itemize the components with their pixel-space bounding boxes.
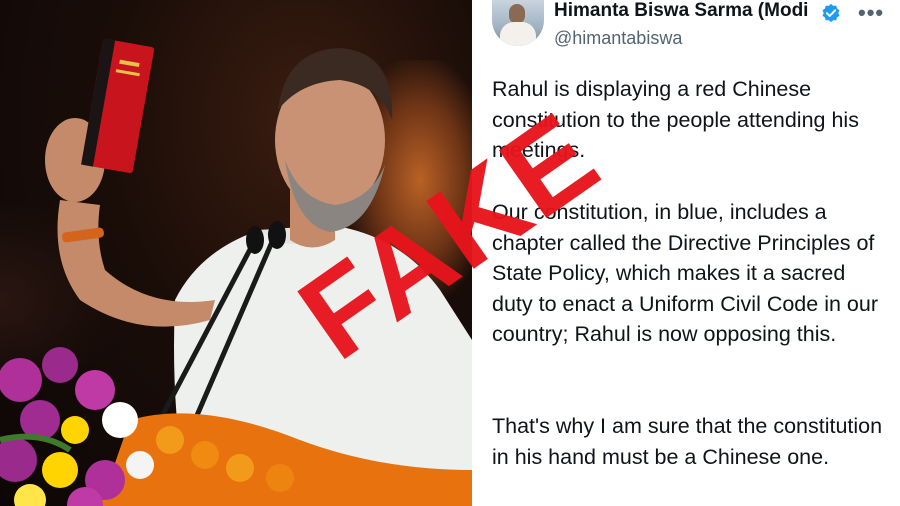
verified-badge-icon	[822, 3, 840, 23]
tweet-paragraph-3: That's why I am sure that the constituti…	[492, 414, 883, 469]
author-handle[interactable]: @himantabiswa	[554, 28, 682, 49]
author-name[interactable]: Himanta Biswa Sarma (Modi	[554, 0, 808, 22]
avatar[interactable]	[492, 0, 544, 46]
avatar-head	[509, 4, 525, 24]
avatar-body	[500, 22, 536, 46]
more-icon[interactable]: •••	[858, 0, 884, 26]
